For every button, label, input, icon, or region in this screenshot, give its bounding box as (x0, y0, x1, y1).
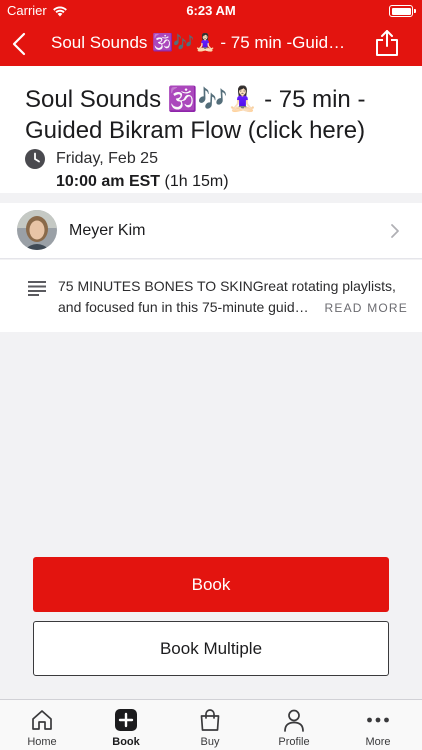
class-title: Soul Sounds 🕉️🎶🧘🏻‍♀️ - 75 min -Guided Bi… (25, 86, 366, 144)
avatar-photo (17, 210, 57, 250)
share-icon[interactable] (374, 29, 400, 57)
tab-home[interactable]: Home (0, 700, 84, 750)
description-line-2-wrap: and focused fun in this 75-minute guided… (58, 297, 408, 319)
back-chevron-icon[interactable] (8, 31, 32, 57)
tab-buy-label: Buy (200, 736, 220, 748)
tab-home-label: Home (27, 736, 57, 748)
clock-icon (25, 149, 45, 169)
description-row: 75 MINUTES BONES TO SKINGreat rotating p… (0, 260, 422, 332)
tab-profile-label: Profile (278, 736, 310, 748)
more-icon (367, 717, 389, 723)
battery-icon (389, 5, 416, 17)
description-line-2: and focused fun in this 75-minute guided… (58, 299, 315, 315)
teacher-name: Meyer Kim (69, 222, 146, 239)
tab-profile[interactable]: Profile (252, 700, 336, 750)
chevron-right-icon (391, 224, 399, 238)
book-button[interactable]: Book (33, 557, 389, 612)
shopping-bag-icon (200, 709, 220, 731)
nav-title: Soul Sounds 🕉️🎶🧘🏻‍♀️ - 75 min -Guided Bi… (51, 33, 351, 52)
avatar (17, 210, 57, 250)
clock-time: 6:23 AM (186, 3, 236, 18)
class-duration: (1h 15m) (164, 173, 229, 190)
description-line-1: 75 MINUTES BONES TO SKINGreat rotating p… (58, 278, 396, 294)
text-lines-icon (28, 281, 46, 296)
description-text: 75 MINUTES BONES TO SKINGreat rotating p… (58, 276, 408, 319)
home-icon (32, 710, 52, 730)
battery-level (391, 7, 411, 15)
class-date: Friday, Feb 25 (56, 150, 158, 167)
tab-book[interactable]: Book (84, 700, 168, 750)
book-plus-icon (115, 709, 137, 731)
tab-more[interactable]: More (336, 700, 420, 750)
class-header: Soul Sounds 🕉️🎶🧘🏻‍♀️ - 75 min -Guided Bi… (0, 66, 422, 193)
class-start-time: 10:00 am EST (56, 173, 161, 190)
tab-bar: Home Book Buy Profile More (0, 699, 422, 750)
status-bar: Carrier 6:23 AM (0, 0, 422, 22)
book-multiple-button[interactable]: Book Multiple (33, 621, 389, 676)
tab-more-label: More (365, 736, 391, 748)
teacher-row[interactable]: Meyer Kim (0, 203, 422, 259)
class-time: 10:00 am EST (1h 15m) (56, 173, 229, 191)
tab-buy[interactable]: Buy (168, 700, 252, 750)
navigation-bar: Soul Sounds 🕉️🎶🧘🏻‍♀️ - 75 min -Guided Bi… (0, 22, 422, 66)
read-more-link[interactable]: READ MORE (325, 298, 408, 319)
tab-book-label: Book (112, 736, 140, 748)
profile-icon (284, 709, 304, 732)
